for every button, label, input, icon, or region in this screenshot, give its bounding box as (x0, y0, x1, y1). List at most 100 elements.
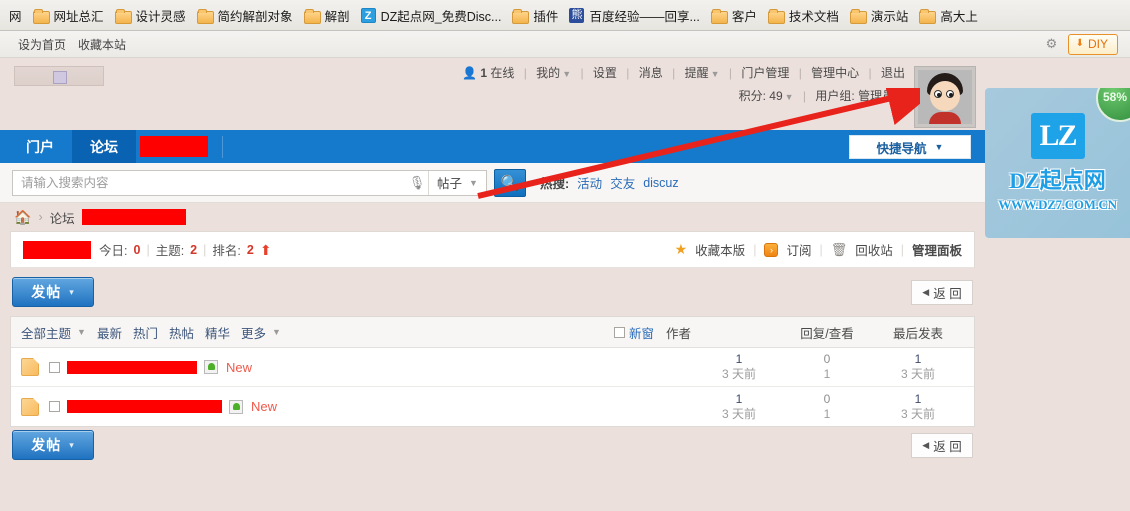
site-logo[interactable] (14, 66, 104, 86)
filter-newest[interactable]: 最新 (97, 323, 122, 342)
hot-search-link-1[interactable]: 交友 (610, 173, 635, 192)
user-info-bar: 👤 1 在线 | 我的▼ | 设置 | 消息 | 提醒▼ | 门户管理 | 管理… (462, 62, 905, 108)
filter-all-threads[interactable]: 全部主题 ▼ (21, 323, 86, 342)
filter-label: 全部主题 (21, 323, 71, 342)
bookmark-item-5[interactable]: Z DZ起点网_免费Disc... (357, 4, 509, 26)
divider: | (672, 66, 675, 80)
filter-digest[interactable]: 精华 (205, 323, 230, 342)
new-thread-button-bottom[interactable]: 发帖 ▾ (12, 430, 94, 460)
browser-bookmark-bar: 网 网址总汇 设计灵感 简约解剖对象 解剖 Z DZ起点网_免费Disc... … (0, 0, 1130, 31)
microphone-icon[interactable]: 🎙 (406, 171, 428, 195)
search-type-label: 帖子 (437, 173, 462, 192)
bookmark-item-6[interactable]: 插件 (508, 4, 565, 26)
bookmark-label: 网址总汇 (49, 6, 104, 25)
new-window-toggle[interactable]: 新窗 (614, 323, 654, 342)
chevron-down-icon: ▼ (562, 69, 571, 79)
diy-button[interactable]: ⬇ DIY (1068, 34, 1118, 55)
thread-views: 1 (782, 407, 872, 422)
recycle-bin-link[interactable]: 回收站 (855, 240, 893, 259)
divider: | (901, 243, 904, 257)
thread-author-time: 3 天前 (696, 407, 782, 422)
thread-select-checkbox[interactable] (49, 401, 60, 412)
new-thread-label: 发帖 (31, 282, 61, 302)
bookmark-item-0[interactable]: 网 (0, 4, 29, 26)
nav-tab-portal[interactable]: 门户 (8, 130, 72, 163)
chevron-down-icon: ▾ (69, 440, 75, 451)
thread-replies: 0 (782, 352, 872, 367)
filter-hot[interactable]: 热帖 (169, 323, 194, 342)
home-icon[interactable]: 🏠 (14, 209, 31, 226)
bookmark-item-9[interactable]: 技术文档 (764, 4, 846, 26)
hot-search-link-2[interactable]: discuz (643, 176, 678, 190)
avatar[interactable] (914, 66, 976, 128)
page-content-wrapper: 👤 1 在线 | 我的▼ | 设置 | 消息 | 提醒▼ | 门户管理 | 管理… (0, 58, 985, 511)
new-thread-label: 发帖 (31, 435, 61, 455)
thread-author[interactable]: 1 (696, 352, 782, 367)
bookmark-label: 演示站 (866, 6, 909, 25)
messages-link[interactable]: 消息 (639, 66, 663, 80)
thread-last-author[interactable]: 1 (872, 352, 964, 367)
quick-navigation-button[interactable]: 快捷导航 ▼ (849, 135, 971, 159)
bookmark-item-4[interactable]: 解剖 (300, 4, 357, 26)
usergroup-label: 用户组: (815, 89, 854, 103)
filter-popular[interactable]: 热门 (133, 323, 158, 342)
return-button-bottom[interactable]: ◀ 返 回 (911, 433, 973, 458)
thread-replies-cell: 0 1 (782, 392, 872, 422)
bookmark-label: 客户 (727, 6, 757, 25)
nav-tab-redacted[interactable] (140, 136, 208, 157)
bookmark-item-3[interactable]: 简约解剖对象 (193, 4, 300, 26)
forum-header-actions: ★ 收藏本版 | › 订阅 | 🗑 回收站 | 管理面板 (675, 240, 962, 259)
divider: | (869, 66, 872, 80)
search-type-dropdown[interactable]: 帖子 ▼ (428, 171, 486, 195)
table-row[interactable]: New 1 3 天前 0 1 1 3 天前 (11, 387, 974, 426)
notices-link[interactable]: 提醒 (685, 66, 709, 80)
chevron-down-icon: ▼ (935, 142, 944, 152)
mine-menu[interactable]: 我的 (536, 66, 560, 80)
logout-link[interactable]: 退出 (881, 66, 905, 80)
new-window-checkbox[interactable] (614, 327, 625, 338)
portal-admin-link[interactable]: 门户管理 (741, 66, 789, 80)
thread-author[interactable]: 1 (696, 392, 782, 407)
bookmark-item-11[interactable]: 高大上 (915, 4, 985, 26)
thread-last-author[interactable]: 1 (872, 392, 964, 407)
subscribe-link[interactable]: 订阅 (786, 240, 811, 259)
bookmark-item-10[interactable]: 演示站 (846, 4, 916, 26)
chevron-down-icon: ▼ (77, 327, 86, 337)
settings-link[interactable]: 设置 (593, 66, 617, 80)
left-arrow-icon: ◀ (922, 287, 929, 298)
search-input[interactable] (13, 171, 406, 195)
admin-panel-link[interactable]: 管理面板 (912, 240, 962, 259)
gear-icon[interactable]: ⚙ (1046, 37, 1062, 51)
thread-title-redacted[interactable] (67, 400, 222, 413)
filter-more[interactable]: 更多 ▼ (241, 323, 281, 342)
nav-tab-forum[interactable]: 论坛 (72, 130, 136, 163)
set-homepage-link[interactable]: 设为首页 (18, 36, 66, 53)
return-button-top[interactable]: ◀ 返 回 (911, 280, 973, 305)
thread-meta-columns: 1 3 天前 0 1 1 3 天前 (696, 392, 964, 422)
admin-center-link[interactable]: 管理中心 (811, 66, 859, 80)
thread-select-checkbox[interactable] (49, 362, 60, 373)
table-row[interactable]: New 1 3 天前 0 1 1 3 天前 (11, 348, 974, 387)
today-value: 0 (133, 243, 140, 257)
new-badge: New (226, 360, 252, 375)
thread-title-redacted[interactable] (67, 361, 197, 374)
breadcrumb-forum[interactable]: 论坛 (50, 208, 75, 227)
bookmark-item-8[interactable]: 客户 (707, 4, 764, 26)
bookmark-item-1[interactable]: 网址总汇 (29, 4, 111, 26)
search-button[interactable]: 🔍 (494, 169, 526, 197)
favorite-forum-link[interactable]: 收藏本版 (695, 240, 745, 259)
bookmark-item-2[interactable]: 设计灵感 (111, 4, 193, 26)
topbar-right-group: ⚙ ⬇ DIY (1046, 34, 1118, 55)
folder-icon (33, 9, 49, 22)
thread-replies-cell: 0 1 (782, 352, 872, 382)
search-bar: 🎙 帖子 ▼ 🔍 热搜: 活动 交友 discuz (0, 163, 985, 203)
new-thread-button-top[interactable]: 发帖 ▾ (12, 277, 94, 307)
download-arrow-icon: ⬇ (1076, 37, 1084, 51)
avatar-eye-right (946, 90, 954, 98)
star-icon: ★ (675, 241, 688, 258)
hot-search-link-0[interactable]: 活动 (577, 173, 602, 192)
bookmark-site-link[interactable]: 收藏本站 (78, 36, 126, 53)
folder-icon (711, 9, 727, 22)
bookmark-item-7[interactable]: 熊 百度经验——回享... (565, 4, 706, 26)
points-value: 49 (769, 89, 782, 103)
